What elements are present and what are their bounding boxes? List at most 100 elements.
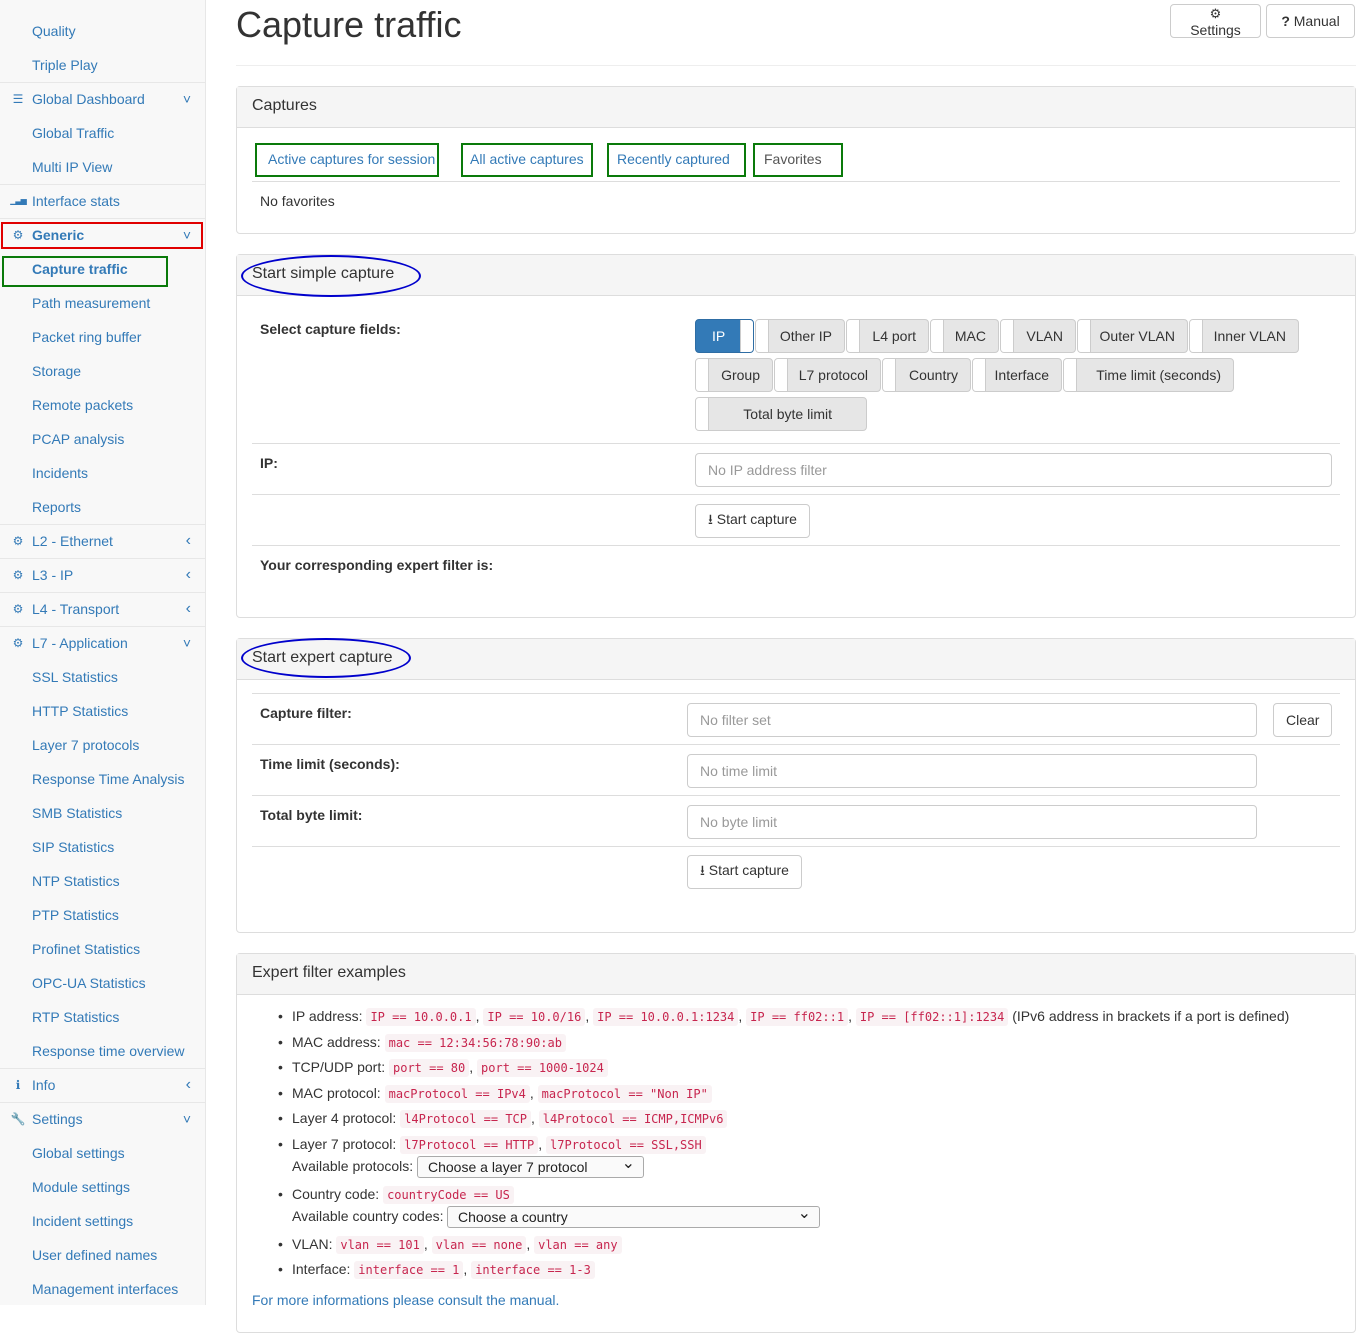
manual-link[interactable]: For more informations please consult the… <box>252 1292 559 1308</box>
toggle-interface[interactable]: Interface <box>972 358 1062 392</box>
sidebar-item-incident-settings[interactable]: Incident settings <box>0 1204 205 1238</box>
sidebar: Quality Triple Play ☰ Global Dashboard ˅ Glob… <box>0 0 206 1305</box>
toggle-other-ip[interactable]: Other IP <box>755 319 845 353</box>
sidebar-item-label: SSL Statistics <box>32 669 118 685</box>
sidebar-item-sip-statistics[interactable]: SIP Statistics <box>0 830 205 864</box>
sidebar-item-packet-ring-buffer[interactable]: Packet ring buffer <box>0 320 205 354</box>
sidebar-item-user-defined-names[interactable]: User defined names <box>0 1238 205 1272</box>
annotation-green-box <box>2 256 168 287</box>
sidebar-item-label: Profinet Statistics <box>32 941 141 957</box>
sidebar-item-path-measurement[interactable]: Path measurement <box>0 286 205 320</box>
row-divider <box>252 744 1340 745</box>
toggle-country[interactable]: Country <box>882 358 971 392</box>
toggle-total-byte-limit[interactable]: Total byte limit <box>695 397 867 431</box>
sidebar-item-storage[interactable]: Storage <box>0 354 205 388</box>
layer7-protocol-select[interactable]: Choose a layer 7 protocol ⌄ <box>417 1155 644 1178</box>
country-select[interactable]: Choose a country ⌄ <box>447 1205 820 1228</box>
toggle-ip[interactable]: IP <box>695 319 754 353</box>
sidebar-item-ssl-statistics[interactable]: SSL Statistics <box>0 660 205 694</box>
sidebar-item-management-interfaces[interactable]: Management interfaces <box>0 1272 205 1305</box>
bullet-icon: • <box>278 1110 283 1126</box>
sidebar-item-ptp-statistics[interactable]: PTP Statistics <box>0 898 205 932</box>
sidebar-item-response-time-analysis[interactable]: Response Time Analysis <box>0 762 205 796</box>
time-limit-input[interactable] <box>687 754 1257 788</box>
row-divider <box>252 846 1340 847</box>
toggle-l7-protocol[interactable]: L7 protocol <box>774 358 881 392</box>
sidebar-item-pcap-analysis[interactable]: PCAP analysis <box>0 422 205 456</box>
gear-icon: ⚙ <box>1209 6 1222 21</box>
sidebar-item-label: Packet ring buffer <box>32 329 142 345</box>
toggle-outer-vlan[interactable]: Outer VLAN <box>1077 319 1188 353</box>
tabs-divider <box>252 181 1340 182</box>
byte-limit-input[interactable] <box>687 805 1257 839</box>
page-title: Capture traffic <box>236 4 462 45</box>
filter-code: l7Protocol == SSL,SSH <box>546 1136 706 1154</box>
toggle-group[interactable]: Group <box>695 358 773 392</box>
gear-icon: ⚙ <box>12 602 24 616</box>
example-vlan: • VLAN: vlan == 101, vlan == none, vlan =… <box>278 1236 622 1254</box>
toggle-vlan[interactable]: VLAN <box>1000 319 1076 353</box>
sidebar-item-label: Global Dashboard <box>32 91 145 107</box>
toggle-time-limit[interactable]: Time limit (seconds) <box>1063 358 1234 392</box>
example-label: Country code: <box>292 1186 380 1202</box>
filter-code: vlan == 101 <box>336 1236 424 1254</box>
sidebar-item-ntp-statistics[interactable]: NTP Statistics <box>0 864 205 898</box>
sidebar-item-remote-packets[interactable]: Remote packets <box>0 388 205 422</box>
wrench-icon: 🔧 <box>10 1112 26 1126</box>
sidebar-item-http-statistics[interactable]: HTTP Statistics <box>0 694 205 728</box>
chevron-down-icon: ⌄ <box>797 1205 811 1222</box>
example-ip: • IP address: IP == 10.0.0.1, IP == 10.0/… <box>278 1008 1290 1026</box>
filter-code: interface == 1 <box>354 1261 464 1279</box>
example-mac: • MAC address: mac == 12:34:56:78:90:ab <box>278 1034 566 1052</box>
sidebar-item-info[interactable]: ℹ Info ‹ <box>0 1068 205 1102</box>
sidebar-item-reports[interactable]: Reports <box>0 490 205 524</box>
sidebar-item-l2-ethernet[interactable]: ⚙ L2 - Ethernet ‹ <box>0 524 205 558</box>
sidebar-item-l3-ip[interactable]: ⚙ L3 - IP ‹ <box>0 558 205 592</box>
ip-filter-input[interactable] <box>695 453 1332 487</box>
sidebar-item-l7-application[interactable]: ⚙ L7 - Application ˅ <box>0 626 205 660</box>
row-divider <box>252 795 1340 796</box>
example-macproto: • MAC protocol: macProtocol == IPv4, macP… <box>278 1085 712 1103</box>
time-limit-label: Time limit (seconds): <box>260 756 400 772</box>
sidebar-item-label: Incident settings <box>32 1213 134 1229</box>
sidebar-item-label: Interface stats <box>32 193 120 209</box>
sidebar-item-global-traffic[interactable]: Global Traffic <box>0 116 205 150</box>
question-icon: ? <box>1281 13 1290 29</box>
sidebar-item-multi-ip-view[interactable]: Multi IP View <box>0 150 205 184</box>
sidebar-item-global-settings[interactable]: Global settings <box>0 1136 205 1170</box>
sidebar-item-triple-play[interactable]: Triple Play <box>0 48 205 82</box>
capture-filter-input[interactable] <box>687 703 1257 737</box>
toggle-mac[interactable]: MAC <box>930 319 999 353</box>
annotation-green-box <box>607 143 746 177</box>
sidebar-item-module-settings[interactable]: Module settings <box>0 1170 205 1204</box>
toggle-l4-port[interactable]: L4 port <box>846 319 929 353</box>
sidebar-item-incidents[interactable]: Incidents <box>0 456 205 490</box>
sidebar-item-quality[interactable]: Quality <box>0 14 205 48</box>
sidebar-item-rtp-statistics[interactable]: RTP Statistics <box>0 1000 205 1034</box>
filter-code: macProtocol == IPv4 <box>384 1085 530 1103</box>
start-expert-capture-button[interactable]: ⭳ Start capture <box>687 855 802 889</box>
gear-icon: ⚙ <box>12 534 24 548</box>
sidebar-item-layer-7-protocols[interactable]: Layer 7 protocols <box>0 728 205 762</box>
sidebar-item-smb-statistics[interactable]: SMB Statistics <box>0 796 205 830</box>
start-capture-button[interactable]: ⭳ Start capture <box>695 504 810 538</box>
sidebar-item-global-dashboard[interactable]: ☰ Global Dashboard ˅ <box>0 82 205 116</box>
sidebar-item-settings[interactable]: 🔧 Settings ˅ <box>0 1102 205 1136</box>
settings-button[interactable]: ⚙ Settings <box>1170 4 1261 38</box>
row-divider <box>252 545 1340 546</box>
bullet-icon: • <box>278 1008 283 1024</box>
capture-fields-label: Select capture fields: <box>260 321 401 337</box>
toggle-inner-vlan[interactable]: Inner VLAN <box>1189 319 1299 353</box>
manual-button[interactable]: ? Manual <box>1266 4 1355 38</box>
sidebar-item-label: Triple Play <box>32 57 98 73</box>
sidebar-item-response-time-overview[interactable]: Response time overview <box>0 1034 205 1068</box>
sidebar-item-interface-stats[interactable]: ▁▃▅ Interface stats <box>0 184 205 218</box>
filter-code: IP == [ff02::1]:1234 <box>855 1008 1009 1026</box>
sidebar-item-opc-ua-statistics[interactable]: OPC-UA Statistics <box>0 966 205 1000</box>
capture-filter-label: Capture filter: <box>260 705 352 721</box>
sidebar-item-profinet-statistics[interactable]: Profinet Statistics <box>0 932 205 966</box>
sidebar-item-l4-transport[interactable]: ⚙ L4 - Transport ‹ <box>0 592 205 626</box>
clear-button[interactable]: Clear <box>1273 703 1332 737</box>
filter-code: interface == 1-3 <box>471 1261 595 1279</box>
panel-title: Captures <box>252 97 317 114</box>
